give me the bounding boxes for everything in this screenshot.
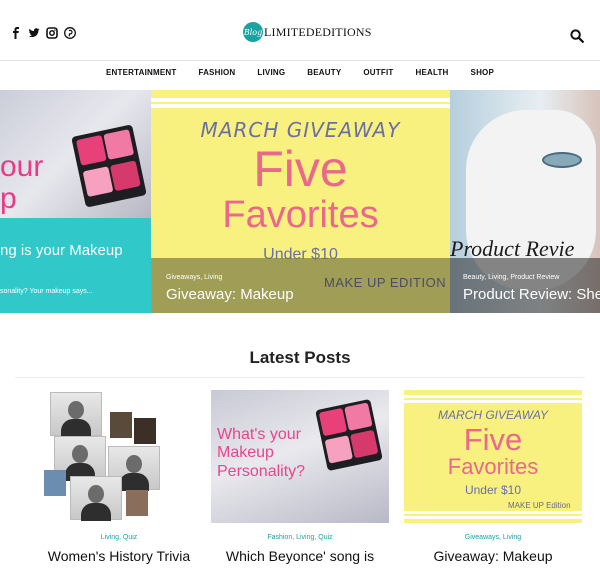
giveaway-kicker: MARCH GIVEAWAY [200, 118, 401, 142]
nav-item-fashion[interactable]: FASHION [187, 64, 246, 84]
post-image-text: What's your Makeup Personality? [217, 426, 306, 480]
slide-stripe [151, 98, 450, 102]
makeup-image: our p [0, 90, 152, 218]
post-title[interactable]: Giveaway: Makeup [404, 548, 582, 564]
site-header: Blog LIMITEDEDITIONS [0, 0, 600, 60]
twitter-icon[interactable] [28, 27, 40, 39]
nav-item-outfit[interactable]: OUTFIT [352, 64, 404, 84]
left-slide-word-bottom: p [0, 182, 17, 215]
giveaway-headline-favorites: Favorites [447, 454, 539, 479]
logo-text: LIMITEDEDITIONS [264, 24, 372, 39]
giveaway-edition: MAKE UP Edition [508, 501, 571, 510]
slide-stripe [151, 104, 450, 108]
latest-posts-heading: Latest Posts [249, 348, 351, 367]
post-thumbnail-trivia[interactable] [30, 390, 208, 523]
post-thumbnail-beyonce[interactable]: What's your Makeup Personality? [211, 390, 389, 523]
post-title[interactable]: Women's History Trivia [30, 548, 208, 564]
right-slide-title[interactable]: Product Review: She [463, 286, 600, 303]
palette-graphic [71, 124, 147, 208]
portrait-image [70, 476, 122, 521]
social-links [10, 27, 76, 39]
left-slide-word-top: our [0, 150, 44, 183]
nav-item-health[interactable]: HEALTH [404, 64, 459, 84]
right-slide-categories[interactable]: Beauty, Living, Product Review [463, 274, 559, 281]
featured-carousel[interactable]: our p ng is your Makeup sonality? Your m… [0, 90, 600, 313]
portrait-image [50, 392, 102, 437]
nav-item-beauty[interactable]: BEAUTY [296, 64, 352, 84]
nav-item-shop[interactable]: SHOP [460, 64, 505, 84]
carousel-slide-giveaway[interactable]: MARCH GIVEAWAY Five Favorites Under $10 … [151, 90, 450, 313]
left-slide-subtitle: sonality? Your makeup says... [0, 288, 93, 295]
slide-stripe [404, 511, 582, 514]
giveaway-headline-five: Five [253, 141, 348, 197]
slide-stripe [404, 516, 582, 519]
giveaway-edition: MAKE UP EDITION [324, 275, 447, 290]
post-card[interactable]: What's your Makeup Personality? Fashion,… [211, 390, 389, 564]
post-card[interactable]: MARCH GIVEAWAY Five Favorites Under $10 … [404, 390, 582, 564]
photo-image [44, 470, 66, 496]
giveaway-price: Under $10 [464, 483, 522, 497]
post-categories[interactable]: Living, Quiz [30, 534, 208, 541]
search-icon[interactable] [570, 29, 584, 43]
post-categories[interactable]: Fashion, Living, Quiz [211, 534, 389, 541]
left-slide-overlay [0, 218, 152, 313]
giveaway-kicker: MARCH GIVEAWAY [437, 408, 549, 422]
left-slide-title[interactable]: ng is your Makeup [0, 242, 123, 259]
photo-image [126, 490, 148, 516]
instagram-icon[interactable] [46, 27, 58, 39]
giveaway-headline-favorites: Favorites [222, 194, 379, 236]
post-thumbnail-giveaway[interactable]: MARCH GIVEAWAY Five Favorites Under $10 … [404, 390, 582, 523]
post-card[interactable]: Living, Quiz Women's History Trivia [30, 390, 208, 564]
main-nav: ENTERTAINMENT FASHION LIVING BEAUTY OUTF… [0, 64, 600, 84]
pinterest-icon[interactable] [64, 27, 76, 39]
photo-image [110, 412, 132, 438]
facebook-icon[interactable] [10, 27, 22, 39]
site-logo[interactable]: Blog LIMITEDEDITIONS [243, 22, 372, 42]
photo-image [134, 418, 156, 444]
eye-graphic [542, 152, 582, 168]
slide-stripe [404, 395, 582, 398]
nav-item-living[interactable]: LIVING [246, 64, 296, 84]
post-title[interactable]: Which Beyonce' song is [211, 548, 389, 564]
nav-item-entertainment[interactable]: ENTERTAINMENT [95, 64, 187, 84]
mid-slide-title[interactable]: Giveaway: Makeup [166, 286, 294, 303]
latest-posts-divider [15, 377, 585, 378]
post-categories[interactable]: Giveaways, Living [404, 534, 582, 541]
carousel-slide-product-review[interactable]: Product Revie Beauty, Living, Product Re… [450, 90, 600, 313]
mid-slide-categories[interactable]: Giveaways, Living [166, 274, 222, 281]
slide-stripe [404, 400, 582, 403]
logo-badge: Blog [243, 22, 263, 42]
giveaway-headline-five: Five [463, 422, 523, 457]
header-divider [0, 60, 600, 61]
carousel-slide-makeup-quiz[interactable]: our p ng is your Makeup sonality? Your m… [0, 90, 152, 313]
